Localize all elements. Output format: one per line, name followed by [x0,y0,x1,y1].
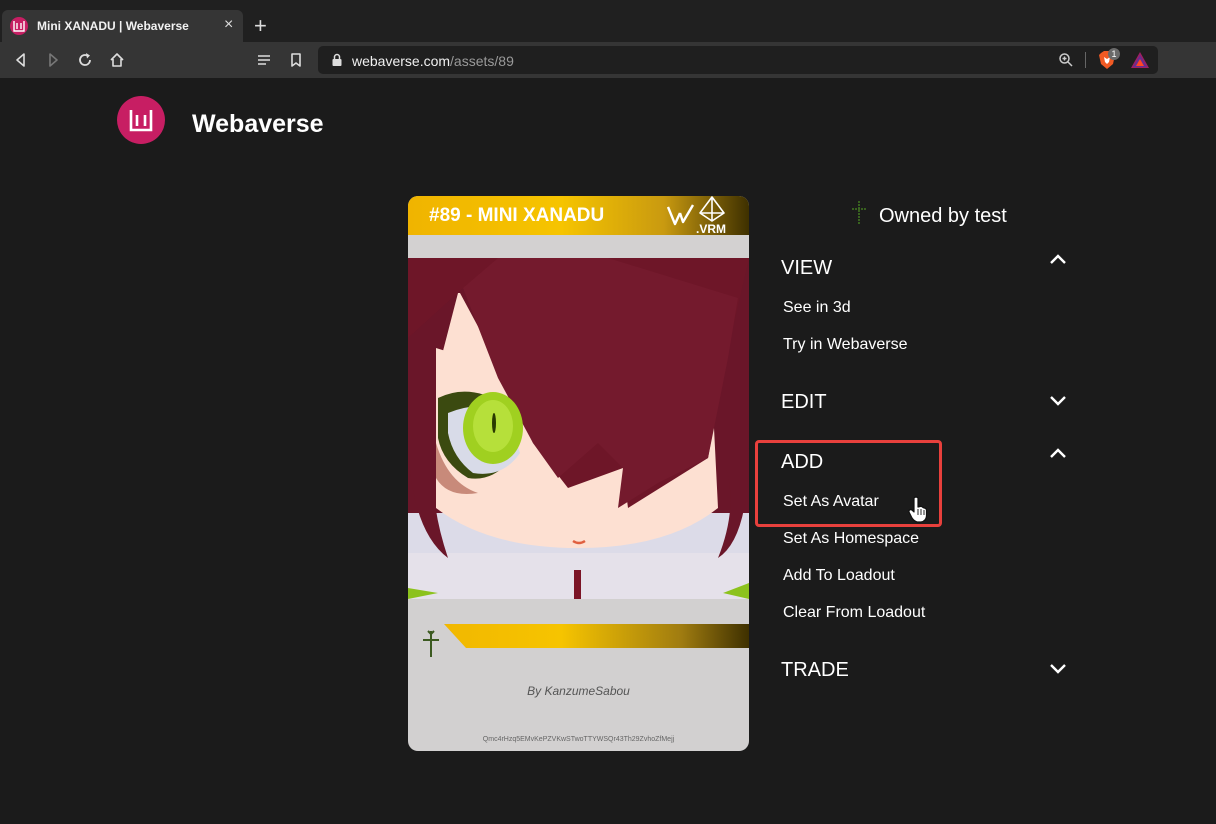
brave-rewards-icon[interactable] [1130,51,1150,69]
menu-item-set-as-homespace[interactable]: Set As Homespace [783,530,919,548]
zoom-icon[interactable] [1058,52,1074,68]
webaverse-w-icon [667,204,695,226]
owner-avatar-icon [423,630,439,657]
chevron-down-icon[interactable] [1049,663,1067,675]
forward-icon[interactable] [44,51,62,69]
menu-item-clear-from-loadout[interactable]: Clear From Loadout [783,604,925,622]
chevron-down-icon[interactable] [1049,395,1067,407]
new-tab-button[interactable]: + [254,15,267,37]
webaverse-logo[interactable] [117,96,165,144]
card-hash: Qmc4rHzq5EMvKePZVKwSTwoTTYWSQr43Th29Zvho… [482,736,675,743]
tab-title: Mini XANADU | Webaverse [37,19,189,33]
avatar-preview-image [408,258,749,599]
card-title: #89 - MINI XANADU [429,205,605,226]
home-icon[interactable] [108,51,126,69]
address-bar-divider [1085,52,1086,68]
menu-item-add-to-loadout[interactable]: Add To Loadout [783,567,895,585]
vrm-model-icon [699,196,725,222]
browser-tab-bar: Mini XANADU | Webaverse × + [0,0,1216,42]
owner-text: Owned by test [879,205,1007,227]
site-name[interactable]: Webaverse [192,110,324,139]
webaverse-favicon-icon [10,17,28,35]
vrm-label: .VRM [696,222,726,236]
chevron-up-icon[interactable] [1049,447,1067,459]
reader-mode-icon[interactable] [255,51,273,69]
lock-icon[interactable] [330,53,344,67]
card-author: By KanzumeSabou [527,684,630,698]
tab-close-icon[interactable]: × [224,17,233,33]
url-host: webaverse.com [352,53,451,69]
bookmark-icon[interactable] [287,51,305,69]
section-view-title[interactable]: VIEW [781,257,832,280]
hand-pointer-cursor-icon [908,496,928,523]
reload-icon[interactable] [76,51,94,69]
card-strip [408,235,749,258]
owner-avatar-small-icon [852,201,866,225]
brave-shields-count: 1 [1108,48,1120,60]
chevron-up-icon[interactable] [1049,253,1067,265]
menu-item-see-in-3d[interactable]: See in 3d [783,299,851,317]
section-edit-title[interactable]: EDIT [781,391,827,414]
browser-toolbar: webaverse.com/assets/89 1 [0,42,1216,78]
asset-card: #89 - MINI XANADU .VRM By KanzumeSabou Q… [408,196,749,751]
back-icon[interactable] [12,51,30,69]
webaverse-logo-icon [129,110,153,132]
section-trade-title[interactable]: TRADE [781,659,849,682]
address-bar[interactable]: webaverse.com/assets/89 1 [318,46,1158,74]
url-path: /assets/89 [450,53,514,69]
browser-tab[interactable]: Mini XANADU | Webaverse × [2,10,243,42]
menu-item-try-in-webaverse[interactable]: Try in Webaverse [783,336,907,354]
url-text[interactable]: webaverse.com/assets/89 [352,53,514,69]
